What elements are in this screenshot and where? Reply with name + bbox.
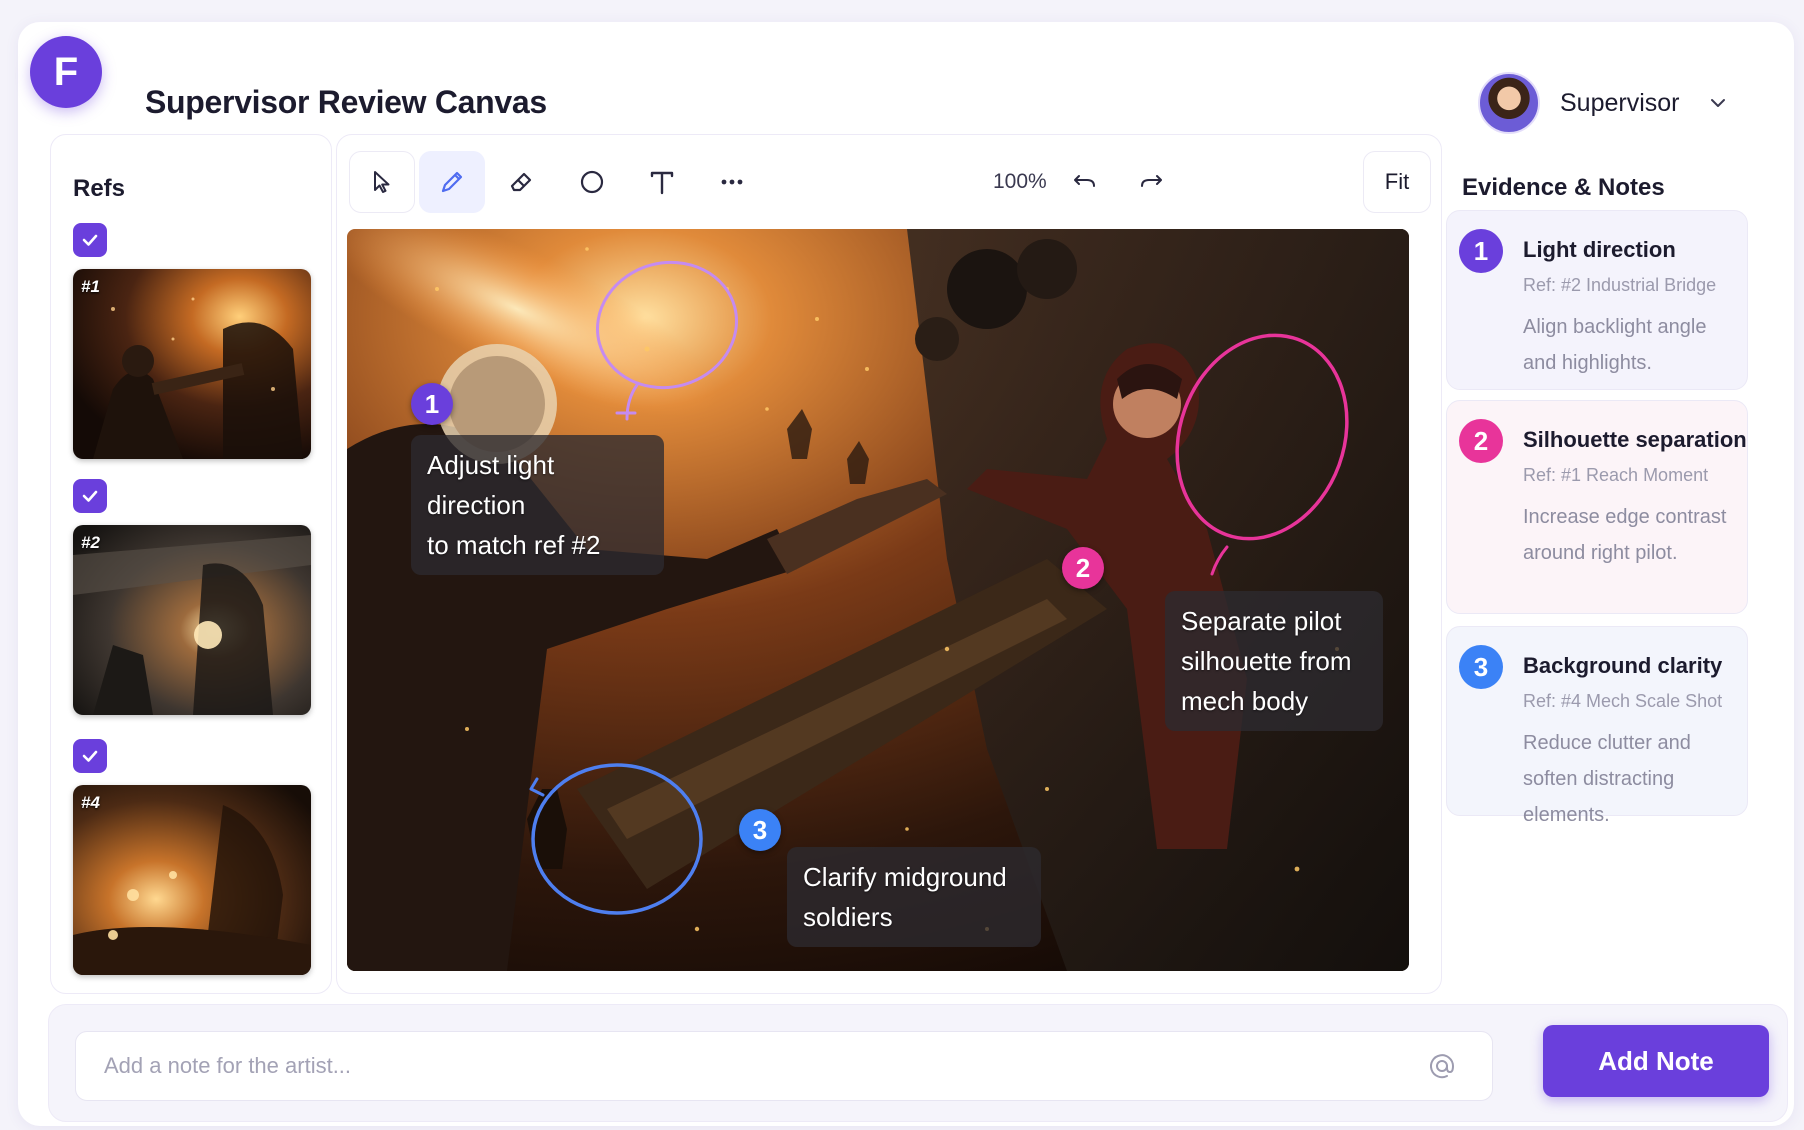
ref-checkbox-1[interactable] <box>73 223 107 257</box>
note-card-3[interactable]: 3 Background clarity Ref: #4 Mech Scale … <box>1446 626 1748 826</box>
artwork-canvas[interactable]: 1 Adjust light direction to match ref #2… <box>347 229 1409 971</box>
pen-icon <box>441 171 463 193</box>
refs-title: Refs <box>73 175 126 202</box>
ref-checkbox-2[interactable] <box>73 479 107 513</box>
more-tools-button[interactable] <box>699 151 765 213</box>
note-number-badge: 2 <box>1459 419 1503 463</box>
note-ref[interactable]: Ref: #4 Mech Scale Shot <box>1523 691 1722 712</box>
annotation-callout-3[interactable]: Clarify midground soldiers <box>787 847 1041 947</box>
text-tool-button[interactable] <box>629 151 695 213</box>
pen-tool-button[interactable] <box>419 151 485 213</box>
note-ref[interactable]: Ref: #1 Reach Moment <box>1523 465 1708 486</box>
note-text: Increase edge contrast around right pilo… <box>1523 506 1727 564</box>
redo-icon <box>1141 174 1162 187</box>
user-name: Supervisor <box>1560 88 1680 117</box>
callout-line: Adjust light direction <box>427 450 555 520</box>
notes-title: Evidence & Notes <box>1462 174 1665 201</box>
note-composer: Add Note <box>48 1004 1788 1122</box>
page-title: Supervisor Review Canvas <box>145 84 547 120</box>
evidence-notes-panel: Evidence & Notes 1 Light direction Ref: … <box>1446 134 1786 994</box>
callout-line: silhouette from <box>1181 646 1352 676</box>
mention-icon[interactable] <box>1427 1051 1457 1081</box>
callout-line: Separate pilot <box>1181 606 1342 636</box>
check-icon <box>82 750 98 762</box>
add-note-button[interactable]: Add Note <box>1543 1025 1769 1097</box>
check-icon <box>82 234 98 246</box>
callout-line: to match ref #2 <box>427 530 601 560</box>
undo-icon <box>1074 174 1095 187</box>
redo-button[interactable] <box>1137 166 1165 199</box>
annotation-marker-2[interactable]: 2 <box>1062 547 1104 589</box>
drawing-toolbar: 100% Fit <box>349 149 1431 215</box>
note-text: Reduce clutter and soften distracting el… <box>1523 732 1691 826</box>
ref-thumbnail-2[interactable]: #2 <box>73 525 311 715</box>
circle-tool-button[interactable] <box>559 151 625 213</box>
eraser-tool-button[interactable] <box>489 151 555 213</box>
note-title: Silhouette separation <box>1523 427 1747 452</box>
callout-line: mech body <box>1181 686 1309 716</box>
note-number-badge: 1 <box>1459 229 1503 273</box>
undo-button[interactable] <box>1071 166 1099 199</box>
note-ref[interactable]: Ref: #2 Industrial Bridge <box>1523 275 1716 296</box>
eraser-icon <box>510 172 532 192</box>
canvas-panel: 100% Fit 1 Adjust light direction to mat… <box>336 134 1442 994</box>
app-window: F Supervisor Review Canvas Supervisor Re… <box>18 22 1794 1126</box>
note-card-1[interactable]: 1 Light direction Ref: #2 Industrial Bri… <box>1446 210 1748 390</box>
annotation-callout-1[interactable]: Adjust light direction to match ref #2 <box>411 435 664 575</box>
chevron-down-icon[interactable] <box>1710 95 1726 111</box>
app-logo[interactable]: F <box>30 36 102 108</box>
check-icon <box>82 490 98 502</box>
callout-line: Clarify midground <box>803 862 1007 892</box>
text-icon <box>650 171 674 195</box>
ref-thumbnail-3[interactable]: #4 <box>73 785 311 975</box>
annotation-marker-1[interactable]: 1 <box>411 383 453 425</box>
note-title: Light direction <box>1523 237 1676 262</box>
annotation-callout-2[interactable]: Separate pilot silhouette from mech body <box>1165 591 1383 731</box>
note-text: Align backlight angle and highlights. <box>1523 316 1707 374</box>
annotation-marker-3[interactable]: 3 <box>739 809 781 851</box>
callout-line: soldiers <box>803 902 893 932</box>
note-number-badge: 3 <box>1459 645 1503 689</box>
fit-button[interactable]: Fit <box>1363 151 1431 213</box>
zoom-level[interactable]: 100% <box>993 170 1047 194</box>
user-menu[interactable]: Supervisor <box>1478 72 1726 134</box>
refs-panel: Refs #1 #2 #4 <box>50 134 332 994</box>
select-arrow-icon <box>374 171 390 193</box>
ref-checkbox-3[interactable] <box>73 739 107 773</box>
avatar[interactable] <box>1478 72 1540 134</box>
ref-tag: #1 <box>81 277 100 296</box>
ref-thumbnail-1[interactable]: #1 <box>73 269 311 459</box>
note-title: Background clarity <box>1523 653 1723 678</box>
ref-tag: #2 <box>81 533 100 552</box>
note-input[interactable] <box>75 1031 1493 1101</box>
ref-tag: #4 <box>81 793 100 812</box>
more-icon <box>721 179 743 185</box>
select-tool-button[interactable] <box>349 151 415 213</box>
circle-icon <box>580 170 604 194</box>
note-card-2[interactable]: 2 Silhouette separation Ref: #1 Reach Mo… <box>1446 400 1748 614</box>
